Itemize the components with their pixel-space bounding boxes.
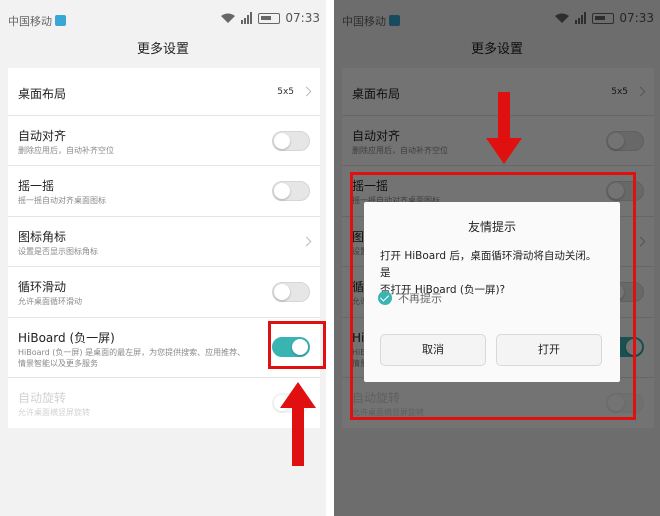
setting-title: 自动旋转 [18, 391, 67, 405]
page-title: 更多设置 [136, 42, 189, 57]
setting-subtitle: 允许桌面循环滑动 [18, 297, 82, 306]
settings-screen-before: 中国移动 07:33 更多设置 桌面布局 5x5 自动对齐 删除应用后，自动补齐… [0, 0, 326, 516]
setting-subtitle: 允许桌面横竖屏旋转 [18, 408, 90, 417]
dialog-highlight [350, 172, 636, 420]
setting-row-auto-align: 自动对齐 删除应用后，自动补齐空位 [8, 116, 320, 166]
setting-subtitle: 删除应用后，自动补齐空位 [18, 146, 114, 155]
up-arrow-annotation [280, 382, 316, 466]
chevron-right-icon [301, 86, 312, 97]
carrier-name: 中国移动 [8, 13, 66, 29]
chevron-right-icon [301, 236, 312, 247]
setting-row-icon-badge[interactable]: 图标角标 设置是否显示图标角标 [8, 217, 320, 267]
shake-toggle[interactable] [272, 181, 310, 201]
setting-subtitle: 设置是否显示图标角标 [18, 247, 98, 256]
signal-icon [241, 12, 253, 24]
setting-title: 桌面布局 [18, 87, 67, 101]
call-icon [55, 15, 66, 26]
clock: 07:33 [285, 11, 320, 25]
setting-title: HiBoard (负一屏) [18, 331, 115, 345]
battery-icon [258, 12, 281, 24]
status-bar: 中国移动 07:33 [0, 0, 326, 38]
setting-row-desktop-layout[interactable]: 桌面布局 5x5 [8, 68, 320, 116]
setting-subtitle: HiBoard (负一屏) 是桌面的最左屏，为您提供搜索、应用推荐、 [18, 348, 246, 357]
setting-title: 自动对齐 [18, 129, 67, 143]
auto-align-toggle[interactable] [272, 131, 310, 151]
setting-title: 图标角标 [18, 230, 67, 244]
setting-row-loop-scroll: 循环滑动 允许桌面循环滑动 [8, 267, 320, 318]
settings-screen-after: 中国移动 07:33 更多设置 桌面布局 5x5 自动对齐 删除应用后，自动补齐… [334, 0, 660, 516]
wifi-icon [221, 13, 236, 23]
setting-title: 循环滑动 [18, 280, 67, 294]
setting-subtitle-line2: 情景智能以及更多服务 [18, 359, 98, 368]
setting-title: 摇一摇 [18, 179, 55, 193]
setting-subtitle: 摇一摇自动对齐桌面图标 [18, 196, 106, 205]
setting-row-auto-rotate: 自动旋转 允许桌面横竖屏旋转 [8, 378, 320, 428]
setting-row-shake: 摇一摇 摇一摇自动对齐桌面图标 [8, 166, 320, 217]
down-arrow-annotation [486, 92, 522, 164]
loop-scroll-toggle[interactable] [272, 282, 310, 302]
setting-value: 5x5 [277, 87, 294, 97]
hiboard-toggle-highlight [268, 321, 326, 369]
settings-list: 桌面布局 5x5 自动对齐 删除应用后，自动补齐空位 摇一摇 摇一摇自动对齐桌面… [8, 68, 320, 428]
